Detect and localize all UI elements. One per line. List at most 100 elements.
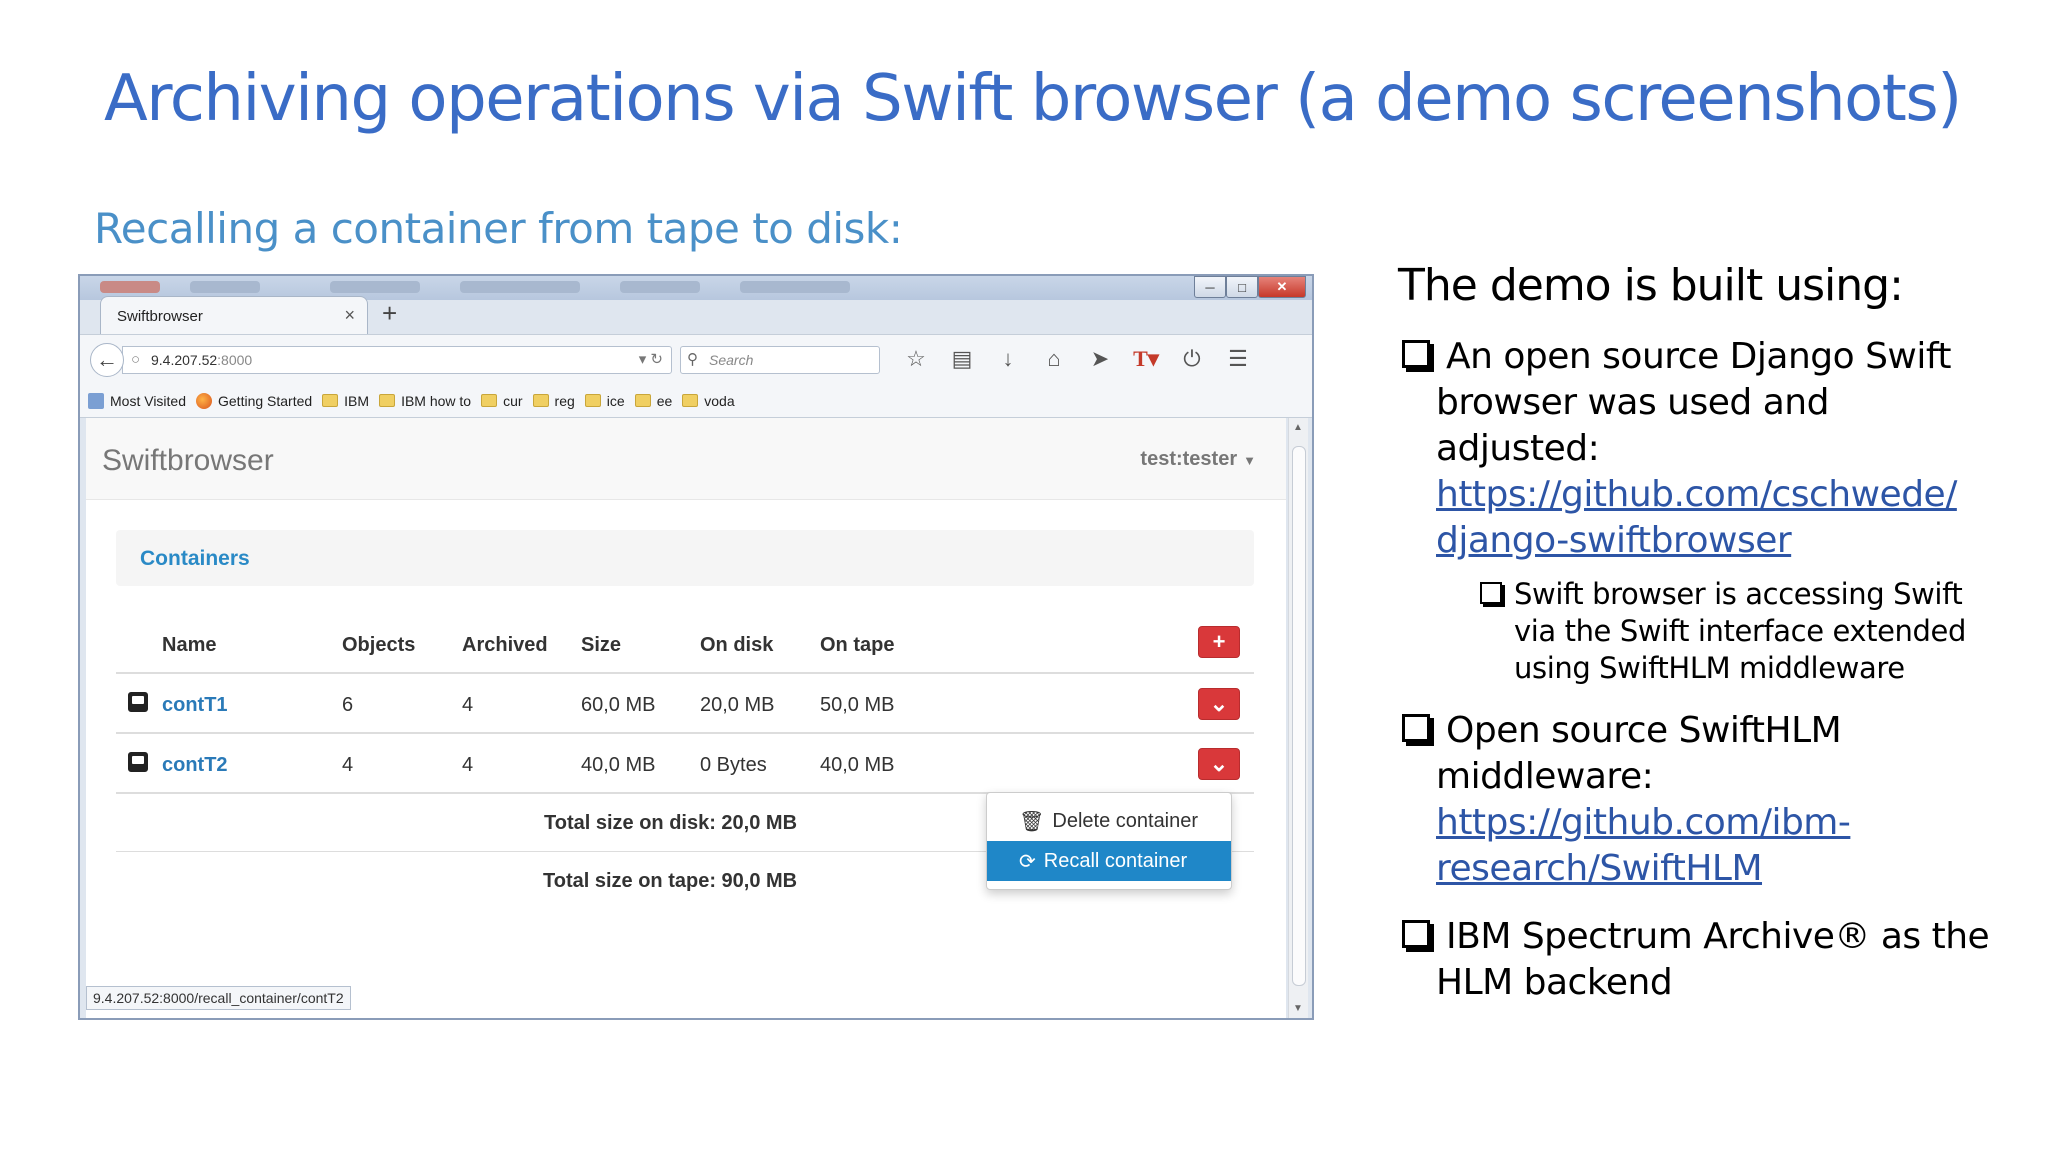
bookmark-star-icon[interactable]: ☆ (900, 343, 932, 375)
send-icon[interactable]: ➤ (1084, 343, 1116, 375)
reload-icon[interactable]: ▾ ↻ (639, 350, 663, 368)
folder-icon (682, 394, 699, 407)
swiftbrowser-link-2[interactable]: django-swiftbrowser (1436, 518, 1792, 564)
container-link[interactable]: contT2 (162, 754, 228, 777)
folder-icon (322, 394, 339, 407)
swifthlm-link-1[interactable]: https://github.com/ibm- (1436, 800, 1851, 846)
app-navbar: Swiftbrowser test:tester ▼ (86, 418, 1286, 500)
url-bar[interactable]: ○ 9.4.207.52:8000 ▾ ↻ (122, 346, 672, 374)
bookmark-getting-started[interactable]: Getting Started (196, 392, 312, 409)
slide-subtitle: Recalling a container from tape to disk: (94, 204, 903, 253)
globe-icon: ○ (131, 351, 141, 368)
col-name: Name (162, 634, 217, 656)
checkbox-bullet-icon (1402, 340, 1430, 368)
sub-bullet-line-1: Swift browser is accessing Swift (1514, 577, 1963, 611)
url-host: 9.4.207.52 (151, 352, 218, 368)
bookmark-reg[interactable]: reg (532, 393, 575, 409)
new-tab-icon[interactable]: + (382, 298, 397, 329)
scroll-thumb[interactable] (1292, 446, 1306, 986)
bookmark-ice[interactable]: ice (584, 393, 625, 409)
refresh-icon: ⟳ (1019, 850, 1036, 873)
menu-icon[interactable]: ☰ (1222, 343, 1254, 375)
row-actions-button[interactable]: ⌄ (1198, 688, 1240, 720)
containers-title: Containers (140, 547, 250, 570)
col-on-tape: On tape (820, 634, 895, 656)
bookmark-ibm[interactable]: IBM (322, 393, 369, 409)
reading-list-icon[interactable]: ▤ (946, 343, 978, 375)
browser-toolbar: ○ 9.4.207.52:8000 ▾ ↻ ← ⚲ Search ☆ ▤ ↓ ⌂… (80, 334, 1312, 384)
hard-drive-icon (128, 692, 148, 712)
bullet-1-line-2: browser was used and (1436, 382, 1829, 423)
add-container-button[interactable]: + (1198, 626, 1240, 658)
download-icon[interactable]: ↓ (992, 343, 1024, 375)
scroll-up-icon[interactable]: ▲ (1293, 422, 1303, 433)
search-input[interactable]: ⚲ Search (680, 346, 880, 374)
bullet-2-line-1: Open source SwiftHLM (1446, 710, 1842, 751)
row-actions-button[interactable]: ⌄ (1198, 748, 1240, 780)
table-header: Name Objects Archived Size On disk On ta… (116, 614, 1254, 674)
url-port: :8000 (217, 352, 253, 368)
delete-container-item[interactable]: 🗑 Delete container (987, 801, 1231, 841)
bookmark-ibm-how-to[interactable]: IBM how to (379, 393, 471, 409)
bookmark-voda[interactable]: voda (682, 393, 735, 409)
close-tab-icon[interactable]: × (344, 305, 355, 326)
maximize-button[interactable]: □ (1226, 276, 1258, 298)
archived-value: 4 (462, 694, 474, 716)
user-menu[interactable]: test:tester ▼ (1140, 448, 1256, 471)
firefox-icon (196, 392, 212, 409)
search-icon: ⚲ (687, 351, 698, 368)
bookmark-most-visited[interactable]: Most Visited (88, 392, 186, 409)
col-on-disk: On disk (700, 634, 774, 656)
bullet-3-line-2: HLM backend (1436, 962, 1673, 1003)
bookmark-ee[interactable]: ee (634, 393, 672, 409)
close-window-button[interactable]: ✕ (1258, 276, 1306, 298)
page-content: Swiftbrowser test:tester ▼ Containers Nam… (86, 418, 1286, 1018)
objects-value: 6 (342, 694, 354, 716)
bullet-1-line-1: An open source Django Swift (1446, 336, 1952, 377)
addon-power-icon[interactable]: ⏻ (1176, 343, 1208, 375)
checkbox-bullet-icon (1480, 582, 1502, 604)
caret-down-icon: ▼ (1243, 453, 1256, 468)
swifthlm-link-2[interactable]: research/SwiftHLM (1436, 846, 1763, 892)
folder-icon (584, 394, 601, 407)
home-icon[interactable]: ⌂ (1038, 343, 1070, 375)
checkbox-bullet-icon (1402, 920, 1430, 948)
swiftbrowser-link-1[interactable]: https://github.com/cschwede/ (1436, 472, 1957, 518)
search-placeholder: Search (709, 352, 754, 368)
page-scrollbar[interactable]: ▲ ▼ (1288, 418, 1308, 1018)
bullet-3-line-1: IBM Spectrum Archive® as the (1446, 916, 1990, 957)
trash-icon: 🗑 (1019, 810, 1045, 833)
col-archived: Archived (462, 634, 548, 656)
back-button[interactable]: ← (90, 343, 124, 377)
tab-swiftbrowser[interactable]: Swiftbrowser × (100, 296, 368, 334)
on-tape-value: 40,0 MB (820, 754, 895, 776)
col-objects: Objects (342, 634, 416, 656)
bullet-2-line-2: middleware: (1436, 756, 1654, 797)
bookmark-cur[interactable]: cur (481, 393, 523, 409)
folder-icon (532, 394, 549, 407)
bookmarks-bar: Most Visited Getting Started IBM IBM how… (80, 384, 1312, 418)
container-link[interactable]: contT1 (162, 694, 228, 717)
on-disk-value: 20,0 MB (700, 694, 775, 716)
archived-value: 4 (462, 754, 474, 776)
status-url: 9.4.207.52:8000/recall_container/contT2 (86, 986, 351, 1010)
on-tape-value: 50,0 MB (820, 694, 895, 716)
sub-bullet-line-2: via the Swift interface extended (1514, 614, 1966, 648)
scroll-down-icon[interactable]: ▼ (1293, 1003, 1303, 1014)
minimize-button[interactable]: ─ (1194, 276, 1226, 298)
slide-title: Archiving operations via Swift browser (… (104, 62, 1962, 136)
most-visited-icon (88, 392, 104, 409)
browser-window: ─ □ ✕ Swiftbrowser × + ○ 9.4.207.52:8000… (78, 274, 1314, 1020)
app-brand[interactable]: Swiftbrowser (102, 444, 274, 478)
hard-drive-icon (128, 752, 148, 772)
addon-t-icon[interactable]: T▾ (1130, 343, 1162, 375)
folder-icon (379, 394, 396, 407)
objects-value: 4 (342, 754, 354, 776)
folder-icon (634, 394, 651, 407)
recall-container-item[interactable]: ⟳ Recall container (987, 841, 1231, 881)
folder-icon (481, 394, 498, 407)
table-row: contT1 6 4 60,0 MB 20,0 MB 50,0 MB ⌄ (116, 674, 1254, 734)
total-disk: Total size on disk: 20,0 MB (544, 812, 798, 834)
size-value: 60,0 MB (581, 694, 656, 716)
col-size: Size (581, 634, 622, 656)
